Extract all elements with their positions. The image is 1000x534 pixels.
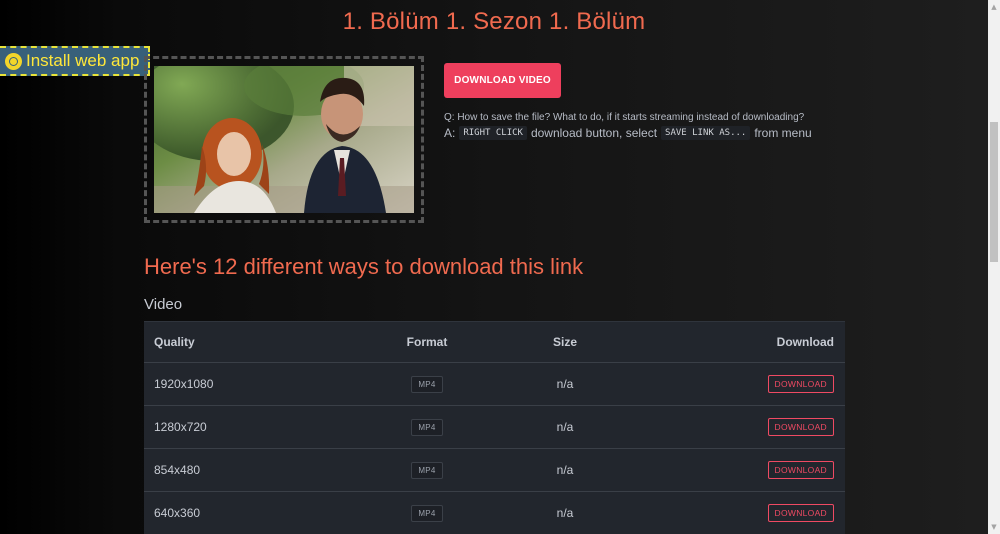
faq-answer-suffix: from menu: [754, 126, 812, 140]
format-badge: MP4: [411, 461, 443, 479]
download-button[interactable]: DOWNLOAD: [767, 418, 834, 436]
table-row: 640x360 MP4 n/a DOWNLOAD: [144, 492, 845, 534]
video-download-table: Quality Format Size Download 1920x1080 M…: [144, 321, 845, 534]
install-web-app-button[interactable]: Install web app: [0, 46, 150, 76]
table-row: 854x480 MP4 n/a DOWNLOAD: [144, 449, 845, 492]
video-thumbnail-frame: [144, 56, 424, 223]
faq-answer-prefix: A:: [444, 126, 456, 140]
row-quality: 1280x720: [154, 420, 207, 434]
row-size: n/a: [556, 463, 574, 477]
faq-question: Q: How to save the file? What to do, if …: [444, 112, 805, 123]
faq-answer: A: RIGHT CLICK download button, select S…: [444, 126, 812, 140]
row-quality: 1920x1080: [154, 377, 214, 391]
header-size: Size: [552, 335, 577, 349]
page-scrollbar[interactable]: ▲ ▼: [988, 0, 1000, 534]
download-button[interactable]: DOWNLOAD: [767, 375, 834, 393]
format-badge: MP4: [411, 375, 443, 393]
scrollbar-thumb[interactable]: [990, 122, 998, 262]
video-thumbnail: [154, 66, 414, 213]
row-quality: 640x360: [154, 506, 201, 520]
scroll-down-arrow-icon[interactable]: ▼: [988, 520, 1000, 534]
scroll-up-arrow-icon[interactable]: ▲: [988, 0, 1000, 14]
format-badge: MP4: [411, 418, 443, 436]
download-button[interactable]: DOWNLOAD: [767, 461, 834, 479]
right-click-key: RIGHT CLICK: [459, 126, 527, 140]
format-badge: MP4: [411, 504, 443, 522]
header-download: Download: [776, 335, 834, 349]
video-thumbnail-image: [154, 66, 414, 213]
row-size: n/a: [556, 377, 574, 391]
header-quality: Quality: [154, 335, 195, 349]
save-link-as-key: SAVE LINK AS...: [661, 126, 751, 140]
chrome-icon: [5, 52, 22, 70]
row-quality: 854x480: [154, 463, 201, 477]
download-button[interactable]: DOWNLOAD: [767, 504, 834, 522]
faq-answer-middle: download button, select: [530, 126, 658, 140]
download-ways-heading: Here's 12 different ways to download thi…: [144, 254, 584, 279]
header-format: Format: [406, 335, 448, 349]
table-row: 1280x720 MP4 n/a DOWNLOAD: [144, 406, 845, 449]
video-section-label: Video: [144, 296, 183, 313]
page-title: 1. Bölüm 1. Sezon 1. Bölüm: [342, 8, 646, 35]
row-size: n/a: [556, 506, 574, 520]
table-header-row: Quality Format Size Download: [144, 322, 845, 363]
install-web-app-label: Install web app: [26, 51, 140, 70]
row-size: n/a: [556, 420, 574, 434]
table-row: 1920x1080 MP4 n/a DOWNLOAD: [144, 363, 845, 406]
download-video-button[interactable]: DOWNLOAD VIDEO: [444, 63, 561, 98]
